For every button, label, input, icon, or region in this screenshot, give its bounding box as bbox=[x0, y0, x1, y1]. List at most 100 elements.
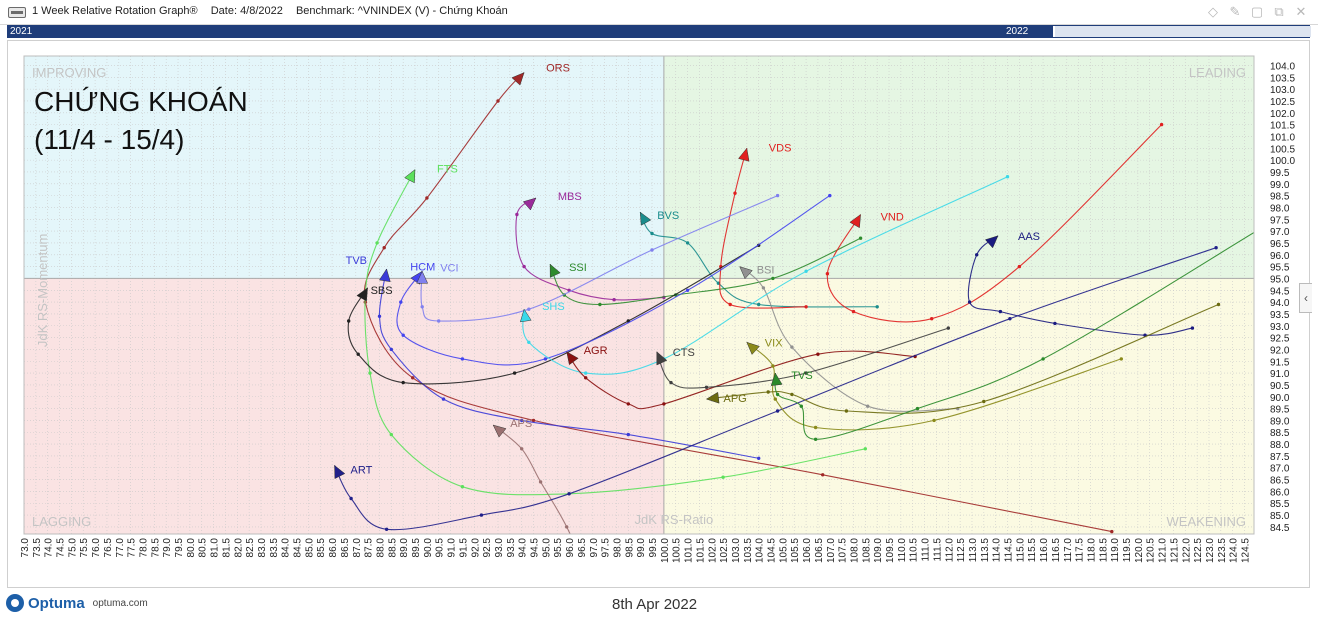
point-art bbox=[349, 496, 353, 501]
point-tvb bbox=[389, 347, 393, 352]
point-ors bbox=[1110, 529, 1114, 534]
x-tick-label: 102.0 bbox=[707, 538, 718, 563]
point-hcm bbox=[460, 357, 465, 361]
point-vnd bbox=[1017, 264, 1022, 269]
y-tick-label: 87.0 bbox=[1270, 464, 1290, 475]
label-vnd[interactable]: VND bbox=[881, 212, 904, 224]
point-apg bbox=[1216, 302, 1221, 307]
label-aps[interactable]: APS bbox=[510, 418, 532, 430]
x-tick-label: 119.0 bbox=[1110, 538, 1121, 563]
label-sbs[interactable]: SBS bbox=[371, 285, 393, 297]
x-tick-label: 103.0 bbox=[731, 538, 742, 563]
point-aas bbox=[967, 300, 972, 304]
x-tick-label: 113.5 bbox=[980, 538, 991, 563]
point-bvs bbox=[875, 305, 879, 309]
x-tick-label: 83.5 bbox=[269, 538, 280, 558]
label-vds[interactable]: VDS bbox=[769, 142, 792, 154]
y-tick-label: 98.0 bbox=[1270, 203, 1290, 214]
x-tick-label: 88.5 bbox=[387, 538, 398, 558]
label-fts[interactable]: FTS bbox=[437, 164, 458, 176]
label-apg[interactable]: APG bbox=[724, 393, 747, 405]
x-tick-label: 117.5 bbox=[1075, 538, 1086, 563]
x-tick-label: 98.0 bbox=[613, 538, 624, 558]
x-tick-label: 111.5 bbox=[932, 538, 943, 562]
x-tick-label: 90.5 bbox=[435, 538, 446, 558]
quadrant-label-leading: LEADING bbox=[1189, 65, 1246, 80]
x-tick-label: 120.0 bbox=[1134, 538, 1145, 563]
point-ors bbox=[425, 196, 429, 200]
chart-title: CHỨNG KHOÁN bbox=[34, 86, 248, 117]
x-tick-label: 73.0 bbox=[20, 538, 31, 558]
label-ors[interactable]: ORS bbox=[546, 63, 570, 75]
x-tick-label: 107.0 bbox=[826, 538, 837, 563]
point-hcm bbox=[828, 193, 832, 198]
point-aps bbox=[591, 584, 594, 587]
x-tick-label: 124.5 bbox=[1241, 538, 1252, 563]
x-tick-label: 81.5 bbox=[221, 538, 232, 558]
x-axis-label: JdK RS-Ratio bbox=[635, 512, 714, 527]
point-sbs bbox=[356, 352, 360, 356]
label-tvs[interactable]: TVS bbox=[791, 370, 812, 382]
x-tick-label: 108.0 bbox=[850, 538, 861, 563]
x-tick-label: 92.0 bbox=[470, 538, 481, 558]
x-tick-label: 103.5 bbox=[743, 538, 754, 563]
x-tick-label: 99.0 bbox=[636, 538, 647, 558]
point-tvs bbox=[799, 404, 803, 408]
label-agr[interactable]: AGR bbox=[584, 345, 608, 357]
x-tick-label: 89.5 bbox=[411, 538, 422, 558]
side-panel-toggle[interactable]: ‹ bbox=[1299, 283, 1312, 313]
optuma-logo-icon bbox=[6, 594, 24, 612]
label-cts[interactable]: CTS bbox=[673, 347, 695, 359]
point-sbs bbox=[512, 371, 517, 375]
x-tick-label: 85.0 bbox=[304, 538, 315, 558]
x-tick-label: 86.0 bbox=[328, 538, 339, 558]
point-apg bbox=[790, 392, 794, 397]
point-art bbox=[567, 492, 571, 496]
label-bsi[interactable]: BSI bbox=[757, 265, 775, 277]
x-tick-label: 83.0 bbox=[257, 538, 268, 558]
point-sbs bbox=[401, 380, 405, 385]
label-tvb[interactable]: TVB bbox=[346, 255, 367, 267]
x-tick-label: 109.5 bbox=[885, 538, 896, 563]
label-vix[interactable]: VIX bbox=[765, 337, 783, 349]
x-tick-label: 79.5 bbox=[174, 538, 185, 558]
point-cts bbox=[704, 385, 709, 389]
x-tick-label: 100.0 bbox=[660, 538, 671, 563]
point-vnd bbox=[851, 309, 856, 314]
x-tick-label: 74.5 bbox=[56, 538, 67, 558]
point-fts bbox=[721, 475, 725, 479]
point-fts bbox=[389, 432, 393, 437]
y-tick-label: 101.5 bbox=[1270, 121, 1295, 132]
footer-date: 8th Apr 2022 bbox=[612, 596, 698, 613]
label-aas[interactable]: AAS bbox=[1018, 231, 1040, 243]
label-ssi[interactable]: SSI bbox=[569, 262, 587, 274]
point-aps bbox=[565, 525, 569, 529]
chart-subtitle: (11/4 - 15/4) bbox=[34, 124, 184, 155]
label-vci[interactable]: VCI bbox=[440, 262, 458, 274]
x-tick-label: 74.0 bbox=[44, 538, 55, 558]
x-tick-label: 95.5 bbox=[553, 538, 564, 558]
x-tick-label: 116.0 bbox=[1039, 538, 1050, 563]
label-hcm[interactable]: HCM bbox=[410, 261, 435, 273]
label-bvs[interactable]: BVS bbox=[657, 210, 679, 222]
y-tick-label: 92.5 bbox=[1270, 334, 1290, 345]
point-art bbox=[1008, 317, 1012, 321]
point-apg bbox=[844, 409, 849, 413]
x-tick-label: 124.0 bbox=[1229, 538, 1240, 563]
point-agr bbox=[816, 352, 820, 356]
label-art[interactable]: ART bbox=[351, 464, 373, 476]
point-cts bbox=[669, 380, 673, 385]
point-aas bbox=[1053, 321, 1057, 326]
x-tick-label: 91.0 bbox=[447, 538, 458, 558]
x-tick-label: 90.0 bbox=[423, 538, 434, 558]
y-tick-label: 84.5 bbox=[1270, 523, 1290, 534]
label-mbs[interactable]: MBS bbox=[558, 191, 582, 203]
x-tick-label: 94.5 bbox=[530, 538, 541, 558]
point-shs bbox=[1005, 175, 1010, 179]
point-bsi bbox=[866, 404, 870, 408]
label-shs[interactable]: SHS bbox=[542, 301, 565, 313]
x-tick-label: 123.5 bbox=[1217, 538, 1228, 563]
y-tick-label: 88.0 bbox=[1270, 440, 1290, 451]
y-tick-label: 100.5 bbox=[1270, 144, 1295, 155]
point-ors bbox=[531, 418, 536, 423]
